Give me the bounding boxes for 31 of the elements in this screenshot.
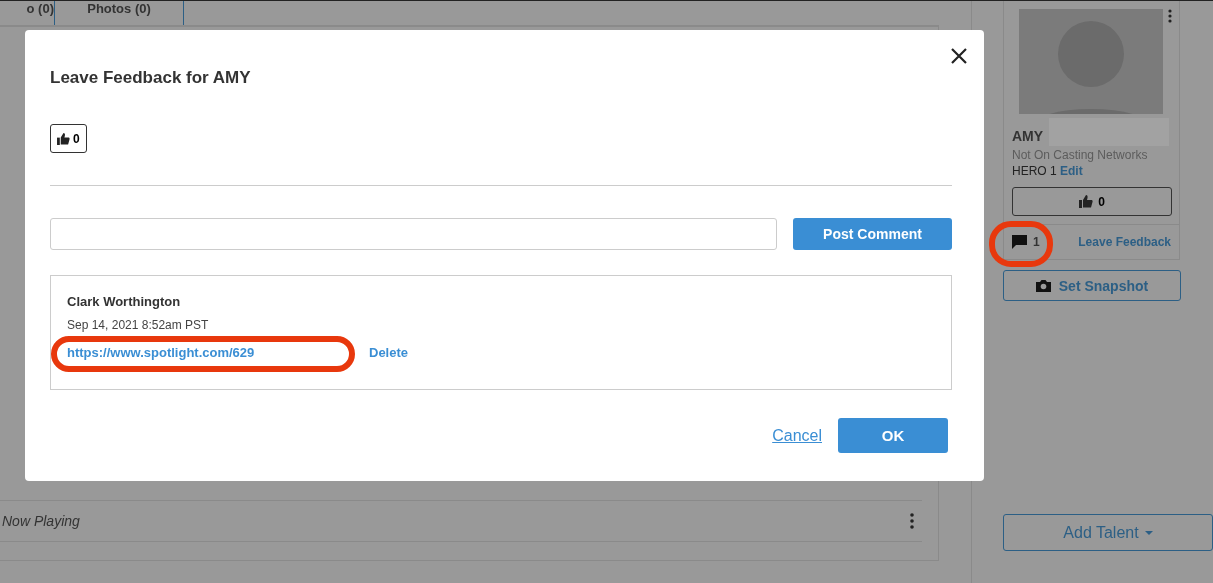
tab[interactable]: Photos (0) bbox=[55, 1, 184, 25]
comment-link[interactable]: https://www.spotlight.com/629 bbox=[67, 345, 255, 360]
camera-icon bbox=[1035, 279, 1051, 292]
comment-input-field[interactable] bbox=[50, 218, 777, 250]
post-comment-button[interactable]: Post Comment bbox=[793, 218, 952, 250]
tab[interactable]: o (0) bbox=[0, 1, 55, 25]
leave-feedback-link[interactable]: Leave Feedback bbox=[1078, 235, 1171, 249]
comment-author: Clark Worthington bbox=[67, 294, 182, 309]
delete-link[interactable]: Delete bbox=[369, 345, 409, 360]
talent-name: AMY bbox=[1012, 128, 1044, 144]
speech-bubble-icon bbox=[1012, 235, 1027, 249]
more-icon[interactable] bbox=[1168, 9, 1172, 23]
comment-date: Sep 14, 2021 8:52am PST bbox=[67, 318, 210, 332]
thumbs-up-icon bbox=[57, 132, 70, 145]
row-label: Now Playing bbox=[2, 513, 80, 529]
more-icon[interactable] bbox=[910, 513, 914, 529]
close-icon[interactable] bbox=[951, 48, 967, 64]
talent-status: Not On Casting Networks bbox=[1011, 147, 1149, 162]
like-button[interactable]: 0 bbox=[1012, 187, 1172, 216]
edit-link[interactable]: Edit bbox=[1060, 164, 1083, 178]
like-button[interactable]: 0 bbox=[50, 124, 87, 153]
add-talent-button[interactable]: Add Talent bbox=[1003, 514, 1213, 551]
comment-count[interactable]: 1 bbox=[1004, 235, 1040, 249]
cancel-link[interactable]: Cancel bbox=[772, 426, 822, 445]
dialog-title: Leave Feedback for AMY bbox=[50, 68, 252, 88]
set-snapshot-button[interactable]: Set Snapshot bbox=[1003, 270, 1181, 301]
avatar-placeholder-icon bbox=[1019, 9, 1163, 114]
ok-button[interactable]: OK bbox=[838, 418, 948, 453]
caret-icon bbox=[1144, 530, 1153, 535]
thumbs-up-icon bbox=[1079, 195, 1094, 208]
role-label: HERO 1 bbox=[1012, 164, 1057, 178]
